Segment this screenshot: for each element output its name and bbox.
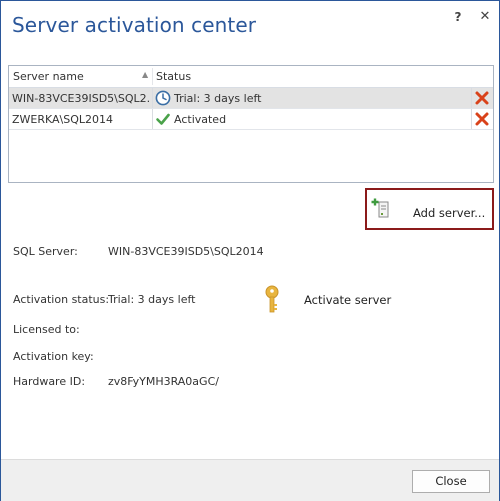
activation-status-label: Activation status: bbox=[13, 293, 110, 306]
server-status-cell: Activated bbox=[174, 113, 227, 126]
key-icon bbox=[265, 285, 279, 313]
server-name-cell: ZWERKA\SQL2014 bbox=[12, 113, 114, 126]
column-header-server-name[interactable]: Server name bbox=[13, 70, 84, 83]
licensed-to-label: Licensed to: bbox=[13, 323, 80, 336]
server-row[interactable]: ZWERKA\SQL2014 Activated bbox=[9, 109, 493, 130]
delete-server-button[interactable] bbox=[474, 90, 490, 106]
sort-ascending-icon: ▲ bbox=[142, 70, 149, 79]
server-status-cell: Trial: 3 days left bbox=[174, 92, 262, 105]
column-divider bbox=[152, 68, 153, 85]
help-button[interactable]: ? bbox=[448, 7, 468, 27]
delete-server-button[interactable] bbox=[474, 111, 490, 127]
sql-server-label: SQL Server: bbox=[13, 245, 78, 258]
server-row[interactable]: WIN-83VCE39ISD5\SQL2... Trial: 3 days le… bbox=[9, 88, 493, 109]
activate-server-label: Activate server bbox=[304, 293, 392, 307]
close-window-button[interactable]: ✕ bbox=[475, 7, 495, 27]
add-server-label: Add server... bbox=[413, 206, 486, 220]
server-activation-dialog: Server activation center ? ✕ Server name… bbox=[0, 0, 500, 501]
close-button[interactable]: Close bbox=[412, 470, 490, 493]
column-divider bbox=[152, 88, 153, 108]
sql-server-value: WIN-83VCE39ISD5\SQL2014 bbox=[108, 245, 264, 258]
column-header-status[interactable]: Status bbox=[156, 70, 191, 83]
activate-server-button[interactable]: Activate server bbox=[263, 285, 403, 315]
clock-icon bbox=[155, 90, 171, 106]
server-list: Server name ▲ Status WIN-83VCE39ISD5\SQL… bbox=[8, 65, 494, 183]
server-list-header: Server name ▲ Status bbox=[9, 66, 493, 88]
column-divider bbox=[471, 88, 472, 108]
column-divider bbox=[152, 109, 153, 129]
hardware-id-value: zv8FyYMH3RA0aGC/ bbox=[108, 375, 219, 388]
column-divider bbox=[471, 109, 472, 129]
dialog-footer: Close bbox=[1, 459, 499, 501]
hardware-id-label: Hardware ID: bbox=[13, 375, 86, 388]
server-name-cell: WIN-83VCE39ISD5\SQL2... bbox=[12, 92, 150, 105]
activation-status-value: Trial: 3 days left bbox=[108, 293, 196, 306]
activation-key-label: Activation key: bbox=[13, 350, 94, 363]
checkmark-icon bbox=[156, 113, 170, 125]
add-server-icon bbox=[371, 198, 389, 218]
add-server-button[interactable]: Add server... bbox=[365, 188, 494, 230]
dialog-title: Server activation center bbox=[12, 13, 257, 37]
